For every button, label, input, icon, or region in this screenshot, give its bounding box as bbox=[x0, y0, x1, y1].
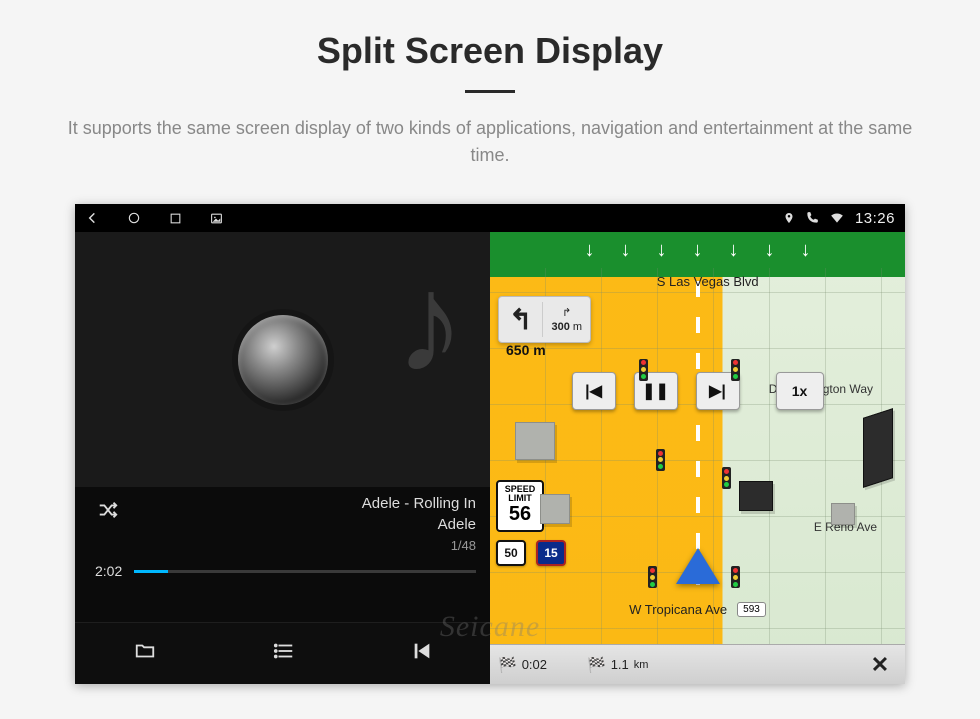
folder-button[interactable] bbox=[109, 632, 181, 675]
traffic-light-icon bbox=[639, 359, 648, 381]
turn-next-unit: m bbox=[573, 321, 582, 333]
vehicle-cursor-icon bbox=[676, 548, 720, 584]
lane-arrow-icon: ↓ bbox=[585, 239, 595, 262]
album-art: ♪ bbox=[75, 232, 490, 487]
elapsed-time: 2:02 bbox=[95, 563, 122, 579]
traffic-light-icon bbox=[731, 566, 740, 588]
map-playback-controls: |◀ ❚❚ ▶| 1x bbox=[572, 372, 824, 410]
phone-icon bbox=[805, 211, 819, 225]
building-icon bbox=[863, 408, 893, 488]
route-speed-button[interactable]: 1x bbox=[776, 372, 824, 410]
interstate-shield: 15 bbox=[536, 540, 566, 566]
page-subtitle: It supports the same screen display of t… bbox=[50, 115, 930, 169]
turn-primary-icon: ↰ bbox=[499, 297, 542, 342]
close-button[interactable]: ✕ bbox=[863, 652, 897, 678]
checkered-flag-icon: 🏁 bbox=[587, 656, 606, 674]
lane-arrow-icon: ↓ bbox=[801, 239, 811, 262]
eta-value: 0:02 bbox=[522, 657, 547, 672]
navigation-pane[interactable]: ↓ ↓ ↓ ↓ ↓ ↓ ↓ S Las Vegas Blvd Duke Elli… bbox=[490, 232, 905, 684]
distance-value: 1.1 bbox=[611, 657, 629, 672]
track-artist: Adele bbox=[362, 514, 476, 535]
lane-arrow-icon: ↓ bbox=[621, 239, 631, 262]
traffic-light-icon bbox=[648, 566, 657, 588]
title-divider bbox=[465, 90, 515, 93]
recents-icon[interactable] bbox=[169, 212, 182, 225]
street-label: S Las Vegas Blvd bbox=[657, 274, 759, 289]
building-icon bbox=[515, 422, 555, 460]
track-title: Adele - Rolling In bbox=[362, 493, 476, 514]
music-pane: ♪ Adele - Rolling In Adele 1/48 2:02 bbox=[75, 232, 490, 684]
lane-arrow-icon: ↓ bbox=[765, 239, 775, 262]
turn-hint: ↰ ↱ 300 m bbox=[498, 296, 591, 343]
building-icon bbox=[739, 481, 773, 511]
location-icon bbox=[783, 211, 795, 225]
checkered-flag-icon: 🏁 bbox=[498, 656, 517, 674]
playlist-button[interactable] bbox=[248, 632, 320, 675]
progress-bar[interactable] bbox=[134, 570, 476, 573]
turn-next-icon: ↱ bbox=[562, 306, 571, 319]
street-label: W Tropicana Ave bbox=[629, 602, 727, 617]
traffic-light-icon bbox=[731, 359, 740, 381]
shuffle-icon[interactable] bbox=[95, 499, 121, 525]
lane-arrow-icon: ↓ bbox=[657, 239, 667, 262]
turn-next-dist: 300 bbox=[551, 321, 569, 333]
lane-arrow-icon: ↓ bbox=[693, 239, 703, 262]
exit-badge: 593 bbox=[737, 602, 766, 617]
track-count: 1/48 bbox=[362, 537, 476, 555]
map-bottom-bar: 🏁 0:02 🏁 1.1 km ✕ bbox=[490, 644, 905, 684]
traffic-light-icon bbox=[722, 467, 731, 489]
image-icon[interactable] bbox=[210, 212, 223, 225]
lane-guidance: ↓ ↓ ↓ ↓ ↓ ↓ ↓ bbox=[490, 232, 905, 268]
speed-value: 56 bbox=[498, 504, 542, 525]
us-route-shield: 50 bbox=[496, 540, 526, 566]
back-icon[interactable] bbox=[85, 211, 99, 225]
speed-limit-sign: SPEED LIMIT 56 bbox=[496, 480, 544, 532]
music-note-icon: ♪ bbox=[395, 242, 465, 404]
building-icon bbox=[540, 494, 570, 524]
playback-knob[interactable] bbox=[238, 315, 328, 405]
lane-arrow-icon: ↓ bbox=[729, 239, 739, 262]
route-prev-button[interactable]: |◀ bbox=[572, 372, 616, 410]
previous-button[interactable] bbox=[387, 632, 457, 675]
turn-primary-distance: 650 m bbox=[506, 342, 546, 358]
home-icon[interactable] bbox=[127, 211, 141, 225]
distance-unit: km bbox=[634, 659, 649, 671]
traffic-light-icon bbox=[656, 449, 665, 471]
device-frame: 13:26 ♪ Adele - Rolling In Adele 1/48 bbox=[75, 204, 905, 684]
wifi-icon bbox=[829, 211, 845, 225]
building-icon bbox=[831, 503, 855, 525]
status-bar: 13:26 bbox=[75, 204, 905, 232]
clock: 13:26 bbox=[855, 210, 895, 227]
page-title: Split Screen Display bbox=[317, 30, 663, 72]
